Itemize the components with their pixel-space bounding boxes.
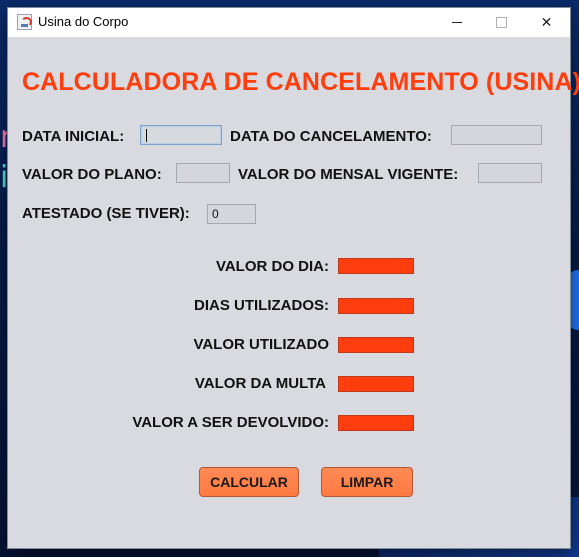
atestado-label: ATESTADO (SE TIVER): — [22, 205, 190, 222]
valor-mensal-input[interactable] — [478, 163, 542, 183]
valor-plano-label: VALOR DO PLANO: — [22, 166, 162, 183]
valor-utilizado-label: VALOR UTILIZADO — [193, 336, 329, 353]
page-title: CALCULADORA DE CANCELAMENTO (USINA) — [22, 68, 579, 96]
valor-mensal-label: VALOR DO MENSAL VIGENTE: — [238, 166, 459, 183]
close-button[interactable]: ✕ — [524, 8, 569, 37]
valor-multa-label: VALOR DA MULTA — [194, 375, 326, 392]
maximize-button[interactable] — [479, 8, 524, 37]
data-inicial-label: DATA INICIAL: — [22, 128, 125, 145]
valor-devolvido-label: VALOR A SER DEVOLVIDO: — [132, 414, 329, 431]
data-cancelamento-label: DATA DO CANCELAMENTO: — [230, 128, 432, 145]
valor-utilizado-output — [338, 337, 414, 353]
title-bar[interactable]: Usina do Corpo ✕ — [8, 8, 570, 37]
app-window: Usina do Corpo ✕ CALCULADORA DE CANCELAM… — [8, 8, 579, 548]
data-cancelamento-input[interactable] — [451, 125, 542, 145]
atestado-input[interactable] — [207, 204, 256, 224]
valor-multa-output — [338, 376, 414, 392]
maximize-icon — [496, 17, 507, 28]
window-title: Usina do Corpo — [38, 14, 129, 29]
close-icon: ✕ — [540, 14, 553, 30]
valor-dia-label: VALOR DO DIA: — [215, 258, 329, 275]
dias-utilizados-output — [338, 298, 414, 314]
minimize-button[interactable] — [434, 8, 479, 37]
valor-dia-output — [338, 258, 414, 274]
limpar-button[interactable]: LIMPAR — [321, 467, 413, 497]
valor-devolvido-output — [338, 415, 414, 431]
dias-utilizados-label: DIAS UTILIZADOS: — [194, 297, 329, 314]
java-app-icon — [17, 14, 32, 30]
calcular-button[interactable]: CALCULAR — [199, 467, 299, 497]
valor-plano-input[interactable] — [176, 163, 230, 183]
text-caret — [146, 129, 147, 142]
data-inicial-input[interactable] — [140, 125, 222, 145]
minimize-icon — [451, 22, 462, 23]
